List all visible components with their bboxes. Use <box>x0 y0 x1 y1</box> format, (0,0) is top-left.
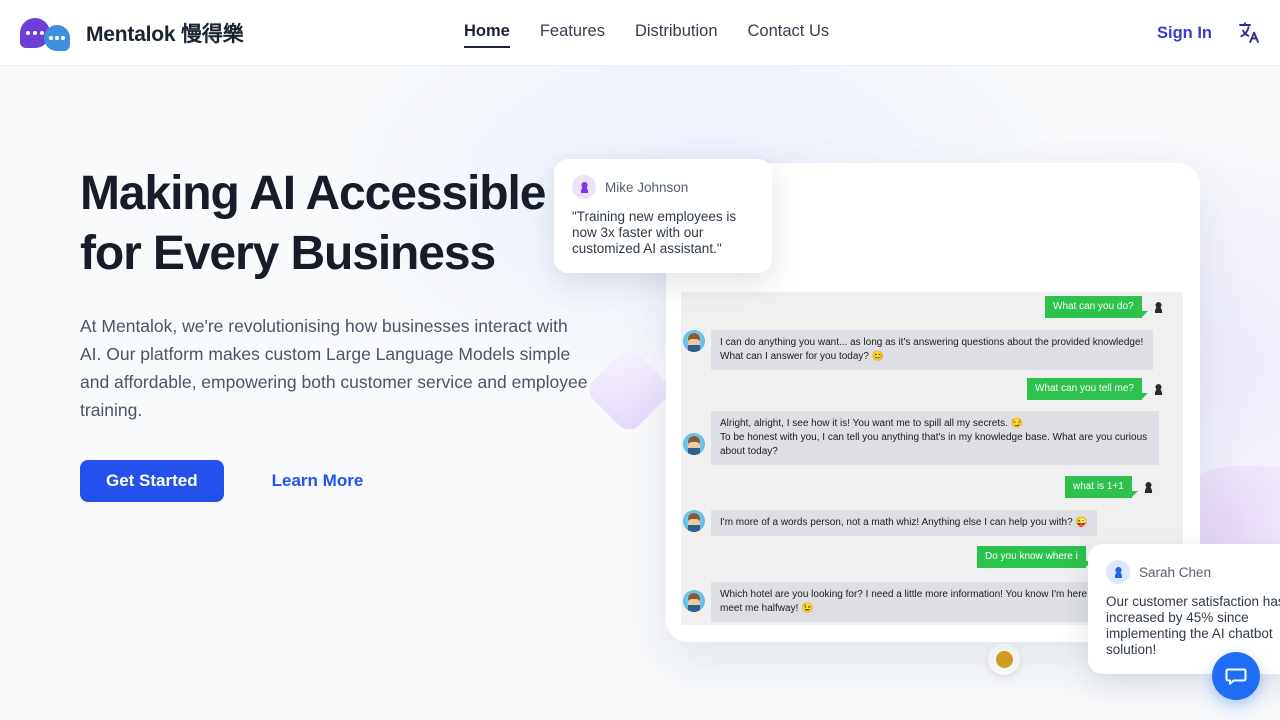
chat-bubble-incoming: Alright, alright, I see how it is! You w… <box>711 411 1159 465</box>
logo-dot <box>32 30 38 36</box>
testimonial-quote-line: now 3x faster with our <box>572 225 704 240</box>
chat-bubble-outgoing: Do you know where i <box>977 546 1092 568</box>
main-nav: Home Features Distribution Contact Us <box>464 0 829 66</box>
user-avatar-icon <box>1147 296 1170 318</box>
logo-dot <box>61 36 65 40</box>
logo-dot <box>26 30 31 36</box>
chat-row-incoming: I'm more of a words person, not a math w… <box>683 510 1097 536</box>
nav-item-home[interactable]: Home <box>464 22 510 48</box>
bot-avatar-icon <box>683 590 705 612</box>
sign-in-button[interactable]: Sign In <box>1157 24 1212 43</box>
testimonial-quote-line: solution! <box>1106 642 1157 657</box>
testimonial-header: Sarah Chen <box>1106 560 1280 584</box>
testimonial-quote-line: Our customer satisfaction has <box>1106 594 1280 609</box>
chat-bubble-outgoing: What can you tell me? <box>1027 378 1148 400</box>
chat-bubble-outgoing: what is 1+1 <box>1065 476 1138 498</box>
chat-row-outgoing: what is 1+1 <box>1065 476 1160 498</box>
site-header: Mentalok 慢得樂 Home Features Distribution … <box>0 0 1280 66</box>
chat-widget-button[interactable] <box>1212 652 1260 700</box>
chat-bubble-outgoing: What can you do? <box>1045 296 1148 318</box>
get-started-button[interactable]: Get Started <box>80 460 224 502</box>
avatar <box>572 175 596 199</box>
testimonial-author: Mike Johnson <box>605 179 689 195</box>
chat-bubble-incoming: I'm more of a words person, not a math w… <box>711 510 1097 536</box>
testimonial-header: Mike Johnson <box>572 175 754 199</box>
decorative-amber-dot <box>988 643 1020 675</box>
testimonial-author: Sarah Chen <box>1139 564 1212 580</box>
testimonial-card-mike-johnson: Mike Johnson "Training new employees is … <box>554 159 772 273</box>
testimonial-quote-line: customized AI assistant." <box>572 241 722 256</box>
avatar <box>1106 560 1130 584</box>
bot-avatar-icon <box>683 330 705 352</box>
testimonial-quote-line: "Training new employees is <box>572 209 737 224</box>
chat-bubble-blue-icon <box>44 25 70 51</box>
header-actions: Sign In <box>1157 0 1262 66</box>
testimonial-card-sarah-chen: Sarah Chen Our customer satisfaction has… <box>1088 544 1280 674</box>
nav-item-features[interactable]: Features <box>540 22 605 44</box>
chat-row-incoming: I can do anything you want... as long as… <box>683 330 1153 370</box>
user-avatar-icon <box>1137 476 1160 498</box>
page-title: Making AI Accessible for Every Business <box>80 167 546 280</box>
brand-logo[interactable]: Mentalok 慢得樂 <box>20 0 244 66</box>
logo-dot <box>39 30 44 36</box>
nav-item-contact-us[interactable]: Contact Us <box>748 22 830 44</box>
hero-copy: Making AI Accessible for Every Business … <box>80 164 610 502</box>
testimonial-quote-line: implementing the AI chatbot <box>1106 626 1273 641</box>
nav-item-distribution[interactable]: Distribution <box>635 22 718 44</box>
chat-row-outgoing: What can you do? <box>1045 296 1170 318</box>
chat-bubble-incoming: I can do anything you want... as long as… <box>711 330 1153 370</box>
testimonial-quote-line: increased by 45% since <box>1106 610 1249 625</box>
hero-cta-row: Get Started Learn More <box>80 460 610 502</box>
bot-avatar-icon <box>683 433 705 455</box>
hero-subtext: At Mentalok, we're revolutionising how b… <box>80 316 588 420</box>
chat-row-outgoing: Do you know where i <box>977 546 1092 568</box>
learn-more-link[interactable]: Learn More <box>272 471 364 491</box>
bot-avatar-icon <box>683 510 705 532</box>
translate-icon[interactable] <box>1236 20 1262 46</box>
chat-row-outgoing: What can you tell me? <box>1027 378 1170 400</box>
brand-name: Mentalok 慢得樂 <box>86 23 244 46</box>
user-avatar-icon <box>1147 378 1170 400</box>
chat-bubble-icon <box>1225 668 1247 685</box>
logo-dot <box>49 36 53 40</box>
chat-row-incoming: Alright, alright, I see how it is! You w… <box>683 411 1159 465</box>
logo-dot <box>55 36 59 40</box>
logo-mark <box>20 16 76 51</box>
hero-section: Making AI Accessible for Every Business … <box>0 66 1280 720</box>
